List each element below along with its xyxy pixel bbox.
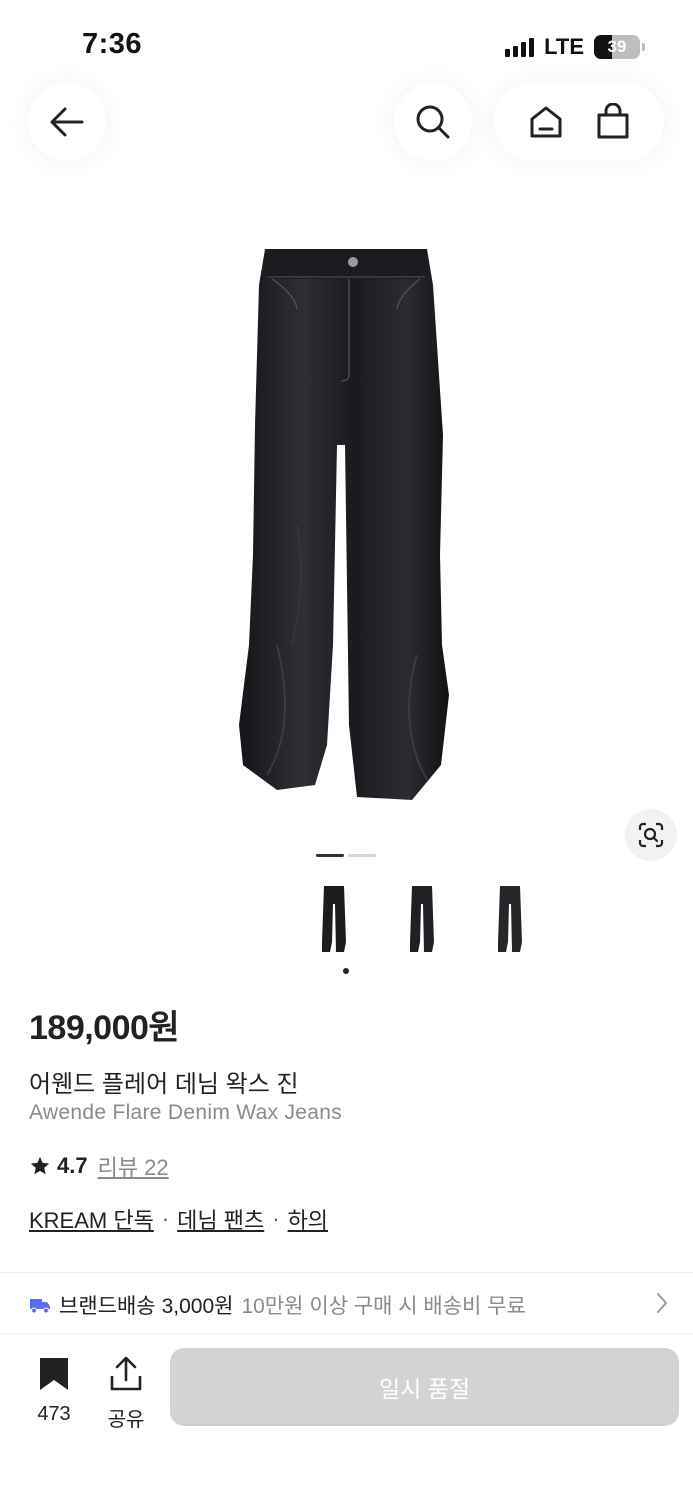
signal-icon xyxy=(505,37,535,57)
nav-pill xyxy=(494,83,664,161)
review-link[interactable]: 리뷰 22 xyxy=(98,1150,169,1182)
tag-separator: · xyxy=(161,1206,170,1231)
thumbnail[interactable] xyxy=(488,884,532,960)
truck-icon xyxy=(30,1299,50,1314)
shipping-info-row[interactable]: 브랜드배송 3,000원 10만원 이상 구매 시 배송비 무료 xyxy=(29,1290,669,1320)
tag-link[interactable]: 데님 팬츠 xyxy=(177,1203,264,1235)
bottom-action-bar: 473 공유 일시 품절 xyxy=(0,1333,693,1500)
star-icon xyxy=(30,1156,50,1175)
bookmark-count: 473 xyxy=(37,1403,71,1425)
thumbnail-selected-dot xyxy=(343,968,349,974)
category-tags: KREAM 단독 · 데님 팬츠 · 하의 xyxy=(29,1203,328,1235)
home-icon xyxy=(530,106,561,138)
shipping-label: 브랜드배송 xyxy=(59,1295,156,1318)
status-indicators: LTE 39 xyxy=(505,34,645,60)
shipping-note: 10만원 이상 구매 시 배송비 무료 xyxy=(241,1295,526,1318)
share-button[interactable]: 공유 xyxy=(100,1356,152,1432)
sold-out-button[interactable]: 일시 품절 xyxy=(170,1348,679,1426)
search-icon xyxy=(416,105,450,139)
thumbnail-strip xyxy=(312,884,532,960)
jeans-image xyxy=(238,249,449,800)
bookmark-button[interactable]: 473 xyxy=(28,1356,80,1426)
status-time: 7:36 xyxy=(82,28,143,60)
thumbnail[interactable] xyxy=(400,884,444,960)
share-icon xyxy=(110,1356,142,1391)
rating-row: 4.7 리뷰 22 xyxy=(29,1150,169,1182)
section-divider xyxy=(0,1272,693,1273)
back-button[interactable] xyxy=(28,83,106,161)
cart-button[interactable] xyxy=(594,103,632,141)
bookmark-icon xyxy=(40,1358,68,1390)
thumbnail[interactable] xyxy=(312,884,356,960)
battery-icon: 39 xyxy=(594,35,640,59)
gallery-page-indicator xyxy=(316,854,376,857)
home-button[interactable] xyxy=(527,103,565,141)
page-indicator-segment xyxy=(316,854,344,857)
image-search-button[interactable] xyxy=(625,809,677,861)
network-label: LTE xyxy=(544,34,584,59)
shopping-bag-icon xyxy=(597,103,628,139)
product-name-en: Awende Flare Denim Wax Jeans xyxy=(29,1101,343,1124)
tag-link[interactable]: KREAM 단독 xyxy=(29,1203,154,1235)
tag-link[interactable]: 하의 xyxy=(288,1203,328,1235)
search-button[interactable] xyxy=(394,83,472,161)
status-bar: 7:36 LTE 39 xyxy=(0,0,693,84)
image-search-icon xyxy=(638,822,664,848)
chevron-right-icon xyxy=(657,1293,667,1313)
share-label: 공유 xyxy=(107,1409,145,1431)
page-indicator-segment xyxy=(348,854,376,857)
product-price: 189,000원 xyxy=(29,1009,180,1047)
battery-level: 39 xyxy=(607,37,627,56)
shipping-price: 3,000원 xyxy=(161,1295,234,1318)
tag-separator: · xyxy=(272,1206,280,1231)
product-name-ko: 어웬드 플레어 데님 왁스 진 xyxy=(29,1071,299,1098)
rating-value: 4.7 xyxy=(57,1153,88,1178)
product-image[interactable] xyxy=(0,225,693,825)
arrow-left-icon xyxy=(50,107,84,137)
